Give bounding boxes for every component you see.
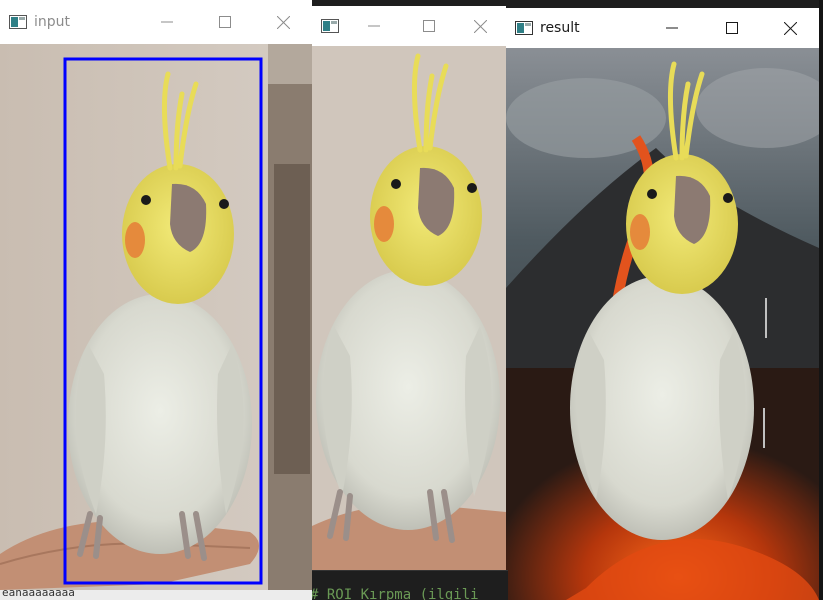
close-icon <box>276 15 290 29</box>
minimize-icon <box>666 27 678 29</box>
close-button[interactable] <box>456 6 506 46</box>
minimize-button[interactable] <box>641 8 703 48</box>
maximize-icon <box>219 16 231 28</box>
minimize-icon <box>367 25 380 27</box>
middle-window <box>312 6 506 570</box>
code-comment: # ROI Kırpma (ilgili <box>312 587 479 600</box>
app-window-icon <box>515 21 533 35</box>
maximize-button[interactable] <box>196 0 254 44</box>
terminal-text: eanaaaaaaaa <box>2 590 75 599</box>
window-title-input: input <box>34 14 71 30</box>
maximize-icon <box>422 20 435 32</box>
cropped-image <box>312 46 506 570</box>
maximize-button[interactable] <box>402 6 456 46</box>
minimize-icon <box>161 21 173 23</box>
input-image <box>0 44 312 590</box>
minimize-button[interactable] <box>138 0 196 44</box>
close-icon <box>783 21 797 35</box>
input-titlebar[interactable]: input <box>0 0 312 44</box>
close-button[interactable] <box>761 8 819 48</box>
close-button[interactable] <box>254 0 312 44</box>
app-window-icon <box>9 15 27 29</box>
code-editor-fragment: # ROI Kırpma (ilgili <box>312 570 508 600</box>
app-window-icon <box>321 19 339 33</box>
close-icon <box>474 19 488 33</box>
result-titlebar[interactable]: result <box>506 8 819 48</box>
window-title-result: result <box>540 20 580 36</box>
input-window: input <box>0 0 312 590</box>
minimize-button[interactable] <box>346 6 402 46</box>
middle-titlebar[interactable] <box>312 6 506 46</box>
desktop-edge <box>819 0 823 600</box>
terminal-fragment: eanaaaaaaaa <box>0 590 312 600</box>
result-image <box>506 48 819 600</box>
maximize-button[interactable] <box>703 8 761 48</box>
maximize-icon <box>726 22 738 34</box>
result-window: result <box>506 8 819 600</box>
